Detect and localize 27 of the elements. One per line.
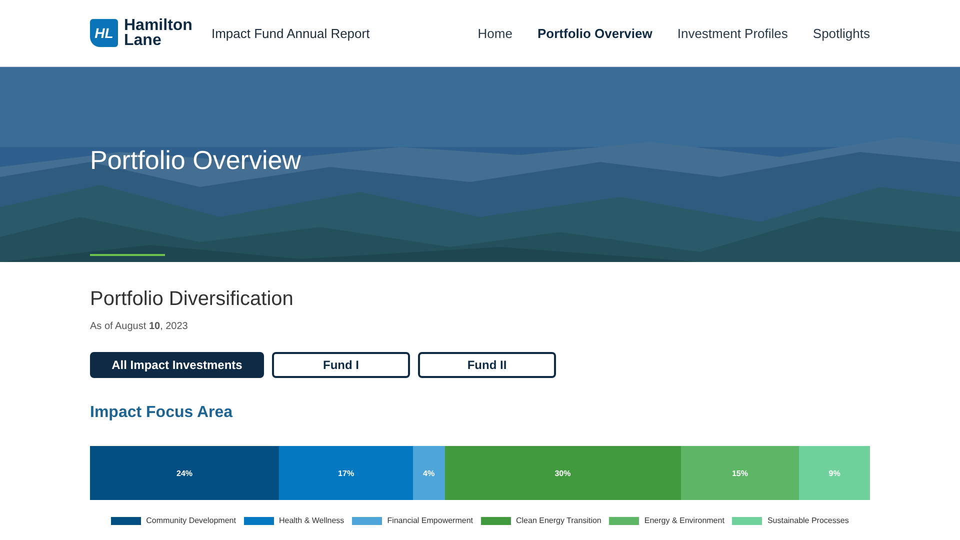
logo-mark: HL [90, 19, 118, 47]
nav-link[interactable]: Spotlights [812, 26, 870, 40]
value-label: 15% [732, 468, 748, 478]
logo-text: Hamilton [124, 18, 192, 33]
legend-label: Sustainable Processes [767, 516, 849, 525]
section-title: Portfolio Diversification [90, 288, 294, 311]
filter-button[interactable]: All Impact Investments [90, 352, 264, 378]
nav-link[interactable]: Portfolio Overview [537, 26, 652, 40]
value-label: 4% [423, 468, 435, 478]
value-label: 17% [338, 468, 354, 478]
filter-button[interactable]: Fund I [272, 352, 410, 378]
nav-link[interactable]: Home [478, 26, 512, 40]
as-of-date: As of August 10, 2023 [90, 321, 189, 332]
legend-label: Community Development [146, 516, 236, 525]
hero-title: Portfolio Overview [90, 145, 301, 176]
legend-label: Energy & Environment [644, 516, 724, 525]
nav-link[interactable]: Investment Profiles [677, 26, 788, 40]
filter-button[interactable]: Fund II [418, 352, 556, 378]
chart-title: Impact Focus Area [90, 404, 234, 422]
value-label: 9% [828, 468, 840, 478]
report-title: Impact Fund Annual Report [211, 26, 370, 40]
legend-label: Financial Empowerment [387, 516, 473, 525]
legend-label: Health & Wellness [278, 516, 344, 525]
logo-text: Lane [124, 33, 162, 48]
legend-label: Clean Energy Transition [516, 516, 602, 525]
value-label: 30% [554, 468, 571, 478]
value-label: 24% [176, 468, 193, 478]
